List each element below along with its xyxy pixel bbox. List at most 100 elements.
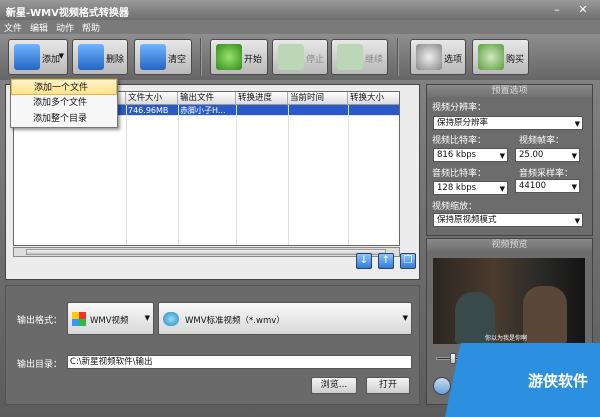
menu-item-add-folder[interactable]: 添加整个目录 <box>11 111 117 127</box>
gear-icon <box>416 44 442 70</box>
menu-item-add-files[interactable]: 添加多个文件 <box>11 95 117 111</box>
toolbar-divider <box>397 38 399 76</box>
cell-output: 赤脚小子H... <box>180 106 226 115</box>
video-bitrate-label: 视频比特率： <box>432 136 487 146</box>
audio-bitrate-select[interactable]: 128 kbps ▼ <box>433 181 508 195</box>
video-preview: 你以为我是你啊 <box>433 258 585 344</box>
add-label: 添加 <box>42 55 61 65</box>
resolution-value: 保持原分辨率 <box>437 118 489 128</box>
cart-icon <box>478 44 504 70</box>
options-button[interactable]: 选项 <box>410 39 466 75</box>
format-value: WMV标准视频（*.wmv） <box>185 316 285 326</box>
preset-title: 预置选项 <box>427 85 592 97</box>
play-icon[interactable] <box>433 377 451 395</box>
col-size[interactable]: 文件大小 <box>126 92 178 105</box>
toolbar: 添加 ▼ 删除 清空 开始 停止 继续 选项 购买 <box>0 34 600 80</box>
window-title: 新星-WMV视频格式转换器 <box>6 8 129 19</box>
delete-label: 删除 <box>106 55 125 65</box>
grid-line <box>288 105 289 245</box>
stop-icon <box>278 44 304 70</box>
scale-select[interactable]: 保持原视频模式 ▼ <box>433 213 583 227</box>
horizontal-scrollbar[interactable] <box>13 247 400 257</box>
move-up-icon[interactable]: ↑ <box>378 253 394 269</box>
menu-help[interactable]: 帮助 <box>78 20 104 35</box>
output-dir-label: 输出目录： <box>17 360 63 370</box>
app-window: 新星-WMV视频格式转换器 – ✕ 文件 编辑 动作 帮助 添加 ▼ 删除 清空 开始… <box>0 0 600 417</box>
stop-button[interactable]: 停止 <box>272 39 328 75</box>
clear-label: 清空 <box>168 55 187 65</box>
move-down-icon[interactable]: ↓ <box>356 253 372 269</box>
buy-button[interactable]: 购买 <box>472 39 529 75</box>
format-select[interactable]: WMV标准视频（*.wmv） ▼ <box>158 302 412 335</box>
chevron-down-icon: ▼ <box>574 120 580 128</box>
open-button[interactable]: 打开 <box>366 377 410 394</box>
col-progress[interactable]: 转换进度 <box>236 92 288 105</box>
toolbar-divider <box>200 38 202 76</box>
menu-edit[interactable]: 编辑 <box>26 20 52 35</box>
stop-label: 停止 <box>306 55 325 65</box>
chevron-down-icon: ▼ <box>571 183 577 191</box>
windows-icon <box>72 312 86 326</box>
format-category-select[interactable]: WMV视频 ▼ <box>67 302 154 335</box>
film-delete-icon <box>78 44 104 70</box>
format-category-value: WMV视频 <box>90 316 129 326</box>
grid-line <box>348 105 349 245</box>
add-dropdown-menu: 添加一个文件 添加多个文件 添加整个目录 <box>10 78 118 128</box>
scrollbar-thumb[interactable] <box>26 249 386 255</box>
video-bitrate-select[interactable]: 816 kbps ▼ <box>433 148 508 162</box>
framerate-label: 视频帧率： <box>519 136 565 146</box>
chevron-down-icon: ▼ <box>574 217 580 225</box>
close-button[interactable]: ✕ <box>574 3 592 17</box>
menu-file[interactable]: 文件 <box>0 20 26 35</box>
audio-bitrate-label: 音频比特率： <box>432 169 487 179</box>
samplerate-select[interactable]: 44100 ▼ <box>515 179 580 193</box>
grid-line <box>126 105 127 245</box>
delete-button[interactable]: 删除 <box>72 39 128 75</box>
cell-size: 746.96MB <box>128 106 169 115</box>
chevron-down-icon: ▼ <box>144 314 150 322</box>
framerate-select[interactable]: 25.00 ▼ <box>515 148 580 162</box>
clear-button[interactable]: 清空 <box>134 39 192 75</box>
start-button[interactable]: 开始 <box>210 39 268 75</box>
grid-line <box>236 105 237 245</box>
wmv-icon <box>163 312 179 326</box>
film-add-icon <box>14 44 40 70</box>
grid-line <box>178 105 179 245</box>
figure-right <box>523 286 567 344</box>
minimize-button[interactable]: – <box>548 3 566 17</box>
resolution-select[interactable]: 保持原分辨率 ▼ <box>433 116 583 130</box>
menu-action[interactable]: 动作 <box>52 20 78 35</box>
preview-title: 视频预览 <box>427 239 592 251</box>
menu-item-add-file[interactable]: 添加一个文件 <box>11 79 117 95</box>
copy-icon[interactable]: ❐ <box>400 253 416 269</box>
video-bitrate-value: 816 kbps <box>437 150 477 160</box>
menu-bar: 文件 编辑 动作 帮助 <box>0 20 600 34</box>
chevron-down-icon: ▼ <box>499 152 505 160</box>
scale-label: 视频缩放： <box>432 202 478 212</box>
framerate-value: 25.00 <box>519 150 544 160</box>
samplerate-value: 44100 <box>519 181 547 191</box>
chevron-down-icon: ▼ <box>58 52 64 60</box>
scale-value: 保持原视频模式 <box>437 215 497 225</box>
buy-label: 购买 <box>506 55 525 65</box>
col-converted[interactable]: 转换大小 <box>348 92 399 105</box>
audio-bitrate-value: 128 kbps <box>437 183 477 193</box>
resume-label: 继续 <box>365 55 384 65</box>
film-clear-icon <box>140 44 166 70</box>
refresh-icon <box>216 44 242 70</box>
browse-button[interactable]: 浏览... <box>311 377 357 394</box>
chevron-down-icon: ▼ <box>499 185 505 193</box>
start-label: 开始 <box>244 55 263 65</box>
col-time[interactable]: 当前时间 <box>288 92 348 105</box>
resume-icon <box>337 44 363 70</box>
col-output[interactable]: 输出文件 <box>178 92 236 105</box>
add-button[interactable]: 添加 ▼ <box>8 39 68 75</box>
title-bar: 新星-WMV视频格式转换器 – ✕ <box>0 0 600 20</box>
seek-knob[interactable] <box>450 353 456 364</box>
video-subtitle: 你以为我是你啊 <box>485 335 528 342</box>
chevron-down-icon: ▼ <box>571 152 577 160</box>
resume-button[interactable]: 继续 <box>331 39 388 75</box>
chevron-down-icon: ▼ <box>402 314 408 322</box>
format-label: 输出格式： <box>17 316 63 326</box>
output-dir-input[interactable]: C:\新星视频软件\输出 <box>67 355 412 369</box>
